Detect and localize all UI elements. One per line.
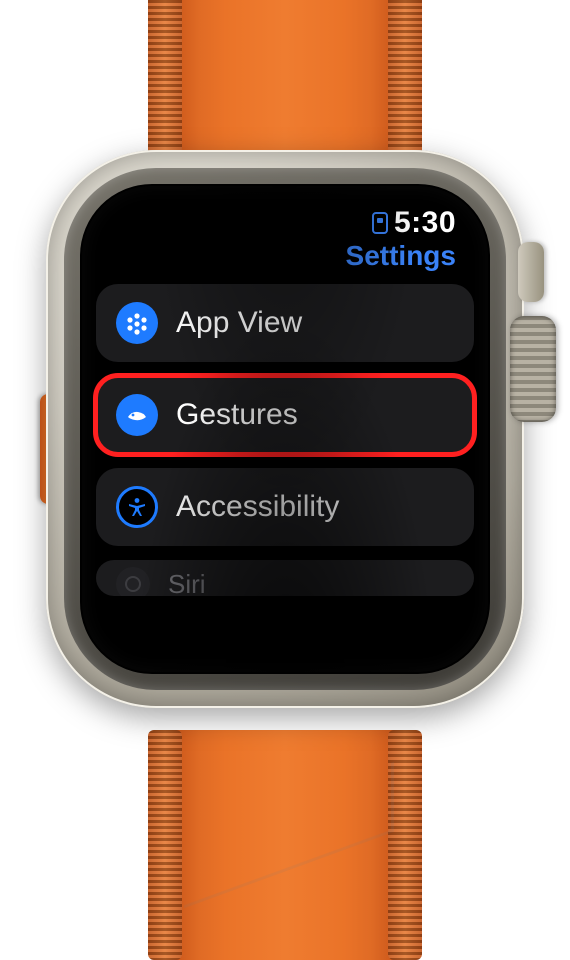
app-view-icon [116, 302, 158, 344]
gestures-icon [116, 394, 158, 436]
settings-row-app-view[interactable]: App View [96, 284, 474, 362]
settings-list[interactable]: App View Gestures Acce [82, 278, 488, 596]
status-time: 5:30 [394, 206, 456, 240]
watch-screen: 5:30 Settings App View [82, 186, 488, 672]
status-bar: 5:30 [82, 186, 488, 240]
iphone-connection-icon [372, 212, 388, 234]
digital-crown[interactable] [510, 316, 556, 422]
siri-icon [116, 567, 150, 596]
accessibility-icon [116, 486, 158, 528]
settings-row-label: App View [176, 306, 454, 340]
settings-row-gestures[interactable]: Gestures [96, 376, 474, 454]
settings-row-accessibility[interactable]: Accessibility [96, 468, 474, 546]
settings-row-siri[interactable]: Siri [96, 560, 474, 596]
watch-band-top [166, 0, 404, 160]
settings-row-label: Accessibility [176, 490, 454, 524]
settings-row-label: Siri [168, 569, 454, 597]
settings-row-label: Gestures [176, 398, 454, 432]
watch-band-bottom [166, 730, 404, 960]
page-title: Settings [82, 240, 488, 278]
